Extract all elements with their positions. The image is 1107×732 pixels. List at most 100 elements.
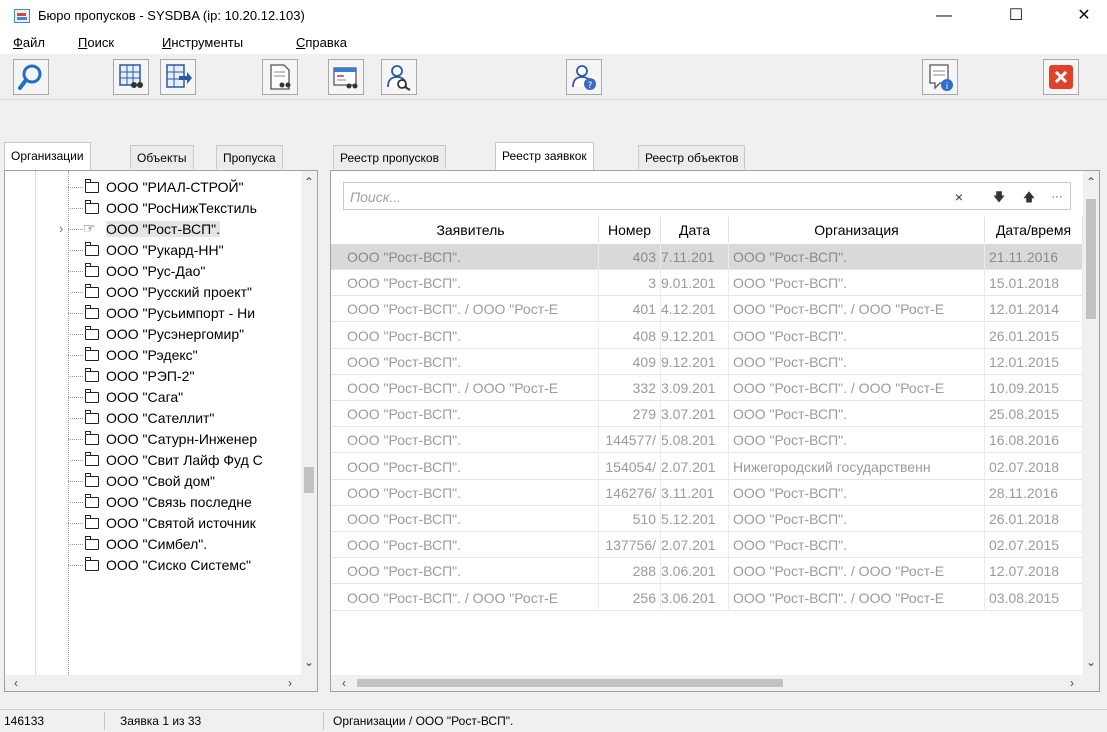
column-header-applicant[interactable]: Заявитель [343,217,599,243]
tree-item[interactable]: ООО "Свой дом" [5,471,301,492]
column-header-organization[interactable]: Организация [729,217,985,243]
scroll-left-arrow-icon[interactable]: ‹ [9,676,23,690]
tree-item[interactable]: ООО "Связь последне [5,492,301,513]
tree-item-label: ООО "Русьимпорт - Ни [106,305,256,321]
find-previous-icon[interactable]: 🡅 [1018,187,1040,207]
table-row[interactable]: ООО "Рост-ВСП". 3 9.01.201 ООО "Рост-ВСП". 1… [331,270,1083,297]
tree-item[interactable]: ООО "Сатурн-Инженер [5,429,301,450]
scroll-down-arrow-icon[interactable]: ⌄ [301,655,317,669]
column-header-datetime[interactable]: Дата/время [985,217,1083,243]
user-search-icon [387,65,411,91]
scroll-right-arrow-icon[interactable]: › [283,676,297,690]
scroll-down-arrow-icon[interactable]: ⌄ [1083,655,1099,669]
cell-number: 510 [599,506,661,532]
menu-file[interactable]: Файл [13,35,45,50]
tree-item[interactable]: ООО "Сага" [5,387,301,408]
tab-organizations[interactable]: Организации [4,142,91,170]
scroll-up-arrow-icon[interactable]: ⌃ [301,175,317,189]
close-app-icon [1049,65,1073,89]
cell-datetime: 26.01.2015 [985,322,1083,349]
tree-item[interactable]: ООО "Рэдекс" [5,345,301,366]
menu-search[interactable]: Поиск [78,35,114,50]
status-record-position: Заявка 1 из 33 [120,714,202,728]
tree-item[interactable]: ООО "Симбел". [5,534,301,555]
menu-help[interactable]: Справка [296,35,347,50]
tree-connector [68,250,83,251]
maximize-button[interactable]: ☐ [993,0,1039,32]
tree-item[interactable]: ООО "Русский проект" [5,282,301,303]
folder-icon [85,242,99,256]
tree-item[interactable]: › ☞ ООО "Рост-ВСП". [5,219,301,240]
clear-search-icon[interactable]: × [948,187,970,207]
table-row[interactable]: ООО "Рост-ВСП". 409 9.12.201 ООО "Рост-ВСП"… [331,348,1083,375]
tree-item[interactable]: ООО "Русьимпорт - Ни [5,303,301,324]
tree-connector [68,187,83,188]
status-separator [323,712,324,730]
tab-pass-registry[interactable]: Реестр пропусков [333,145,446,169]
tree-item[interactable]: ООО "Святой источник [5,513,301,534]
scroll-up-arrow-icon[interactable]: ⌃ [1083,175,1099,189]
table-row[interactable]: ООО "Рост-ВСП". / ООО "Рост-Е 332 3.09.201… [331,375,1083,401]
table-row[interactable]: ООО "Рост-ВСП". 288 3.06.201 ООО "Рост-ВСП"… [331,558,1083,585]
tree-item[interactable]: ООО "РЭП-2" [5,366,301,387]
table-row[interactable]: ООО "Рост-ВСП". 154054/2.07.201 Нижегородс… [331,453,1083,480]
scroll-right-arrow-icon[interactable]: › [1065,676,1079,690]
tree-horizontal-scrollbar[interactable]: ‹ › [5,675,317,691]
find-export-button[interactable] [160,59,196,95]
tree-vertical-scrollbar[interactable]: ⌃ ⌄ [301,171,317,675]
tree-item[interactable]: ООО "Русэнергомир" [5,324,301,345]
user-help-button[interactable]: ? [566,59,602,95]
find-grid-button[interactable] [113,59,149,95]
tree-item[interactable]: ООО "Сиско Системс" [5,555,301,576]
tree-scroll-thumb[interactable] [304,467,314,493]
table-row[interactable]: ООО "Рост-ВСП". 510 5.12.201 ООО "Рост-ВСП"… [331,506,1083,532]
scroll-left-arrow-icon[interactable]: ‹ [337,676,351,690]
table-row[interactable]: ООО "Рост-ВСП". / ООО "Рост-Е 401 4.12.201… [331,296,1083,323]
search-input[interactable] [348,187,922,207]
table-row[interactable]: ООО "Рост-ВСП". 146276/3.11.201 ООО "Рост-… [331,479,1083,506]
table-row[interactable]: ООО "Рост-ВСП". 408 9.12.201 ООО "Рост-ВСП"… [331,322,1083,349]
tree-item[interactable]: ООО "Рус-Дао" [5,261,301,282]
table-row[interactable]: ООО "Рост-ВСП". 137756/2.07.201 ООО "Рост-… [331,532,1083,559]
tree-item[interactable]: ООО "РИАЛ-СТРОЙ" [5,177,301,198]
search-options-icon[interactable]: ··· [1046,187,1068,207]
tab-objects[interactable]: Объекты [130,145,194,169]
tree-connector [68,271,83,272]
tree-item[interactable]: ООО "Свит Лайф Фуд С [5,450,301,471]
column-header-number[interactable]: Номер [599,217,661,243]
close-window-button[interactable]: ✕ [1061,0,1107,32]
tree-item[interactable]: ООО "Рукард-НН" [5,240,301,261]
title-bar[interactable]: Бюро пропусков - SYSDBA (ip: 10.20.12.10… [0,0,1107,32]
table-row[interactable]: ООО "Рост-ВСП". 279 3.07.201 ООО "Рост-ВСП"… [331,401,1083,428]
grid-vertical-scrollbar[interactable]: ⌃ ⌄ [1083,171,1099,675]
minimize-button[interactable]: — [921,0,967,32]
tree-item[interactable]: ООО "Сателлит" [5,408,301,429]
expand-chevron-icon[interactable]: › [59,221,63,236]
cell-date: 9.12.201 [661,322,729,349]
tree-item-label: ООО "Русский проект" [106,284,252,300]
user-search-button[interactable] [381,59,417,95]
cell-number: 408 [599,322,661,349]
tree-connector [68,481,83,482]
tree-item[interactable]: ООО "РосНижТекстиль [5,198,301,219]
table-row[interactable]: ООО "Рост-ВСП". 403 7.11.201 ООО "Рост-ВСП"… [331,244,1083,270]
organization-tree[interactable]: ООО "РИАЛ-СТРОЙ" ООО "РосНижТекстиль › ☞ ООО… [4,170,318,692]
tab-object-registry[interactable]: Реестр объектов [638,145,746,169]
table-row[interactable]: ООО "Рост-ВСП". / ООО "Рост-Е 256 3.06.201… [331,584,1083,611]
menu-tools[interactable]: Инструменты [162,35,243,50]
table-row[interactable]: ООО "Рост-ВСП". 144577/5.08.201 ООО "Рост-… [331,427,1083,454]
tree-connector [68,292,83,293]
tab-request-registry[interactable]: Реестр заявкок [495,142,594,170]
grid-scroll-thumb[interactable] [1086,199,1096,319]
document-search-button[interactable] [262,59,298,95]
card-search-button[interactable] [328,59,364,95]
search-button[interactable] [13,59,49,95]
tab-passes[interactable]: Пропуска [216,145,283,169]
find-next-icon[interactable]: 🡇 [988,187,1010,207]
grid-hscroll-thumb[interactable] [357,679,783,687]
tree-item-label: ООО "РЭП-2" [106,368,195,384]
exit-button[interactable] [1043,59,1079,95]
document-info-button[interactable]: i [922,59,958,95]
column-header-date[interactable]: Дата [661,217,729,243]
grid-horizontal-scrollbar[interactable]: ‹ › [331,675,1099,691]
